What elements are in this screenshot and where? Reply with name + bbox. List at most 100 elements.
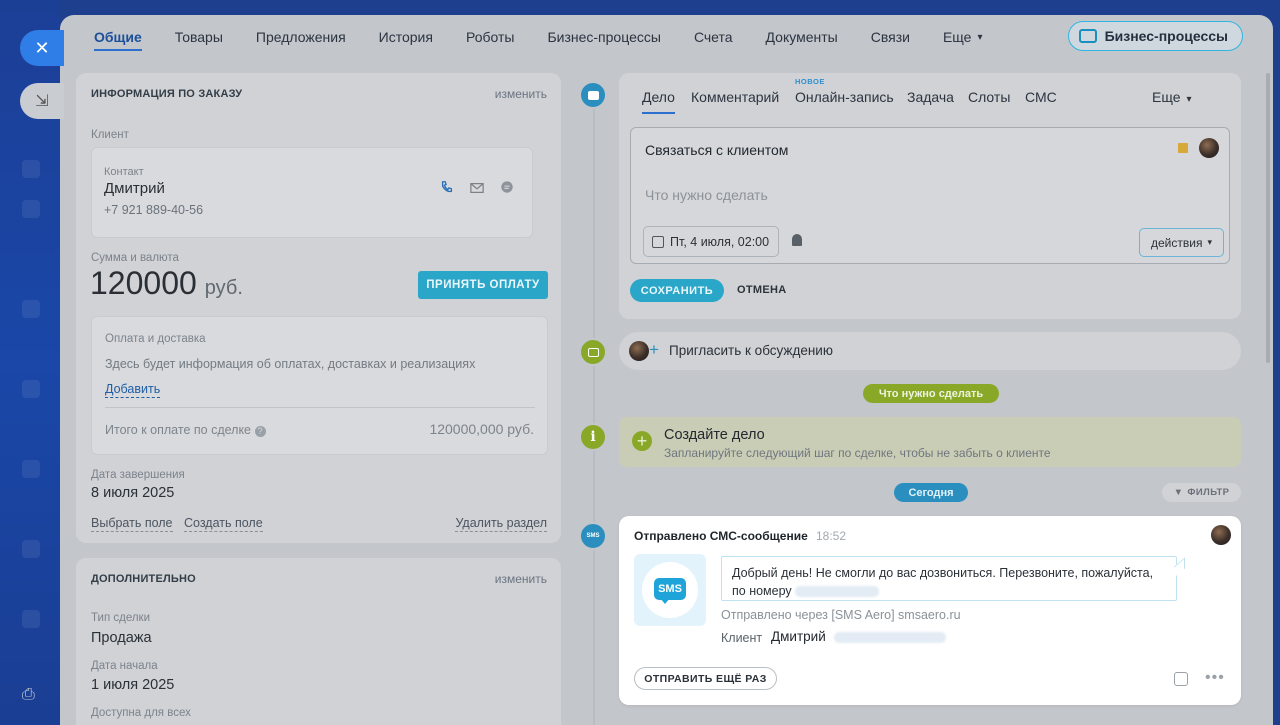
plus-icon: + [649,340,659,359]
editor-tab-comment[interactable]: Комментарий [691,89,779,105]
filter-button[interactable]: ▼ ФИЛЬТР [1162,483,1241,502]
deadline-picker[interactable]: Пт, 4 июля, 02:00 [643,226,779,257]
tab-offers[interactable]: Предложения [256,15,346,59]
sms-item-title: Отправлено СМС-сообщение [634,529,808,543]
deal-type-value[interactable]: Продажа [91,630,152,646]
select-field-link[interactable]: Выбрать поле [91,516,173,532]
editor-tab-online-booking[interactable]: Онлайн-запись [795,89,894,105]
chat-icon[interactable] [500,180,514,194]
additional-edit-link[interactable]: изменить [495,572,547,586]
color-marker-icon[interactable] [1178,143,1188,153]
tab-products[interactable]: Товары [175,15,223,59]
timeline-info-dot: i [579,423,607,451]
total-value: 120000,000 руб. [429,421,534,437]
minimize-icon: ⇲ [35,93,49,110]
tab-documents[interactable]: Документы [766,15,838,59]
contact-phone[interactable]: +7 921 889-40-56 [104,203,203,217]
todo-pill: Что нужно сделать [863,384,999,403]
user-avatar [629,341,649,361]
resend-sms-button[interactable]: ОТПРАВИТЬ ЕЩЁ РАЗ [634,667,777,690]
contact-label: Контакт [104,166,144,178]
message-icon [587,90,599,100]
save-button[interactable]: СОХРАНИТЬ [630,279,724,302]
invite-to-discussion[interactable]: + Пригласить к обсуждению [619,332,1241,370]
more-icon[interactable]: ••• [1205,669,1225,687]
payment-delivery-block: Оплата и доставка Здесь будет информация… [91,316,548,455]
start-date-value[interactable]: 1 июля 2025 [91,677,174,693]
order-info-edit-link[interactable]: изменить [495,87,547,101]
cancel-button[interactable]: ОТМЕНА [737,284,786,296]
phone-icon[interactable] [440,180,454,194]
bell-icon[interactable] [792,234,802,246]
end-date-value[interactable]: 8 июля 2025 [91,485,174,501]
calendar-icon [652,235,664,248]
deal-type-label: Тип сделки [91,612,151,624]
create-activity-hint[interactable]: + Создайте дело Запланируйте следующий ш… [619,417,1241,467]
payment-label: Оплата и доставка [105,333,206,345]
add-payment-link[interactable]: Добавить [105,382,161,398]
timeline-sms-dot: SMS [579,522,607,550]
end-date-label: Дата завершения [91,469,185,481]
chat-bubble-icon [587,347,599,357]
client-label: Клиент [91,129,129,141]
editor-tab-slots[interactable]: Слоты [968,89,1010,105]
activity-editor: Дело Комментарий НОВОЕ Онлайн-запись Зад… [619,73,1241,319]
accept-payment-button[interactable]: ПРИНЯТЬ ОПЛАТУ [418,271,548,299]
editor-tab-activity[interactable]: Дело [642,89,675,114]
chevron-down-icon: ▾ [977,31,983,43]
sms-item-time: 18:52 [816,529,847,543]
contact-card[interactable]: Контакт Дмитрий +7 921 889-40-56 [91,147,533,238]
bg-icon [22,610,40,628]
sms-message-text: Добрый день! Не смогли до вас дозвонитьс… [721,556,1177,601]
sms-client-name[interactable]: Дмитрий [771,629,946,644]
activity-description-input[interactable]: Что нужно сделать [645,187,768,203]
close-slider-button[interactable]: ✕ [20,30,64,66]
sum-label: Сумма и валюта [91,252,179,264]
delete-section-link[interactable]: Удалить раздел [455,516,547,532]
sms-timeline-item: Отправлено СМС-сообщение 18:52 SMS Добры… [619,516,1241,705]
tab-business-processes[interactable]: Бизнес-процессы [547,15,660,59]
invite-label: Пригласить к обсуждению [669,343,833,358]
chevron-down-icon: ▾ [1186,94,1192,105]
tab-history[interactable]: История [379,15,433,59]
bg-icon [22,200,40,218]
editor-tab-sms[interactable]: СМС [1025,89,1057,105]
activity-title-input[interactable]: Связаться с клиентом [645,142,788,158]
minimize-slider-button[interactable]: ⇲ [20,83,64,119]
sms-client-label: Клиент [721,631,763,645]
scrollbar[interactable] [1266,73,1270,363]
close-icon: ✕ [34,37,50,58]
add-circle-icon[interactable]: + [632,431,652,451]
editor-tab-task[interactable]: Задача [907,89,954,105]
tab-robots[interactable]: Роботы [466,15,514,59]
order-info-title: ИНФОРМАЦИЯ ПО ЗАКАЗУ [91,88,243,100]
contact-name[interactable]: Дмитрий [104,180,165,197]
today-pill: Сегодня [894,483,968,502]
activity-form: Связаться с клиентом Что нужно сделать П… [630,127,1230,264]
create-field-link[interactable]: Создать поле [184,516,263,532]
print-icon[interactable]: ⎙ [22,686,35,704]
bg-icon [22,160,40,178]
tab-general[interactable]: Общие [94,15,142,59]
divider [105,407,535,408]
bg-icon [22,300,40,318]
tab-invoices[interactable]: Счета [694,15,733,59]
bg-icon [22,540,40,558]
tab-more[interactable]: Еще ▾ [943,15,983,59]
author-avatar[interactable] [1211,525,1231,545]
note-icon[interactable] [1174,672,1188,686]
sms-logo-icon: SMS [654,578,686,600]
actions-dropdown[interactable]: действия ▾ [1139,228,1224,257]
tab-links[interactable]: Связи [871,15,910,59]
responsible-avatar[interactable] [1199,138,1219,158]
mail-icon[interactable] [470,181,484,195]
help-icon[interactable]: ? [254,426,266,437]
editor-tab-more[interactable]: Еще ▾ [1152,89,1192,105]
order-info-card: ИНФОРМАЦИЯ ПО ЗАКАЗУ изменить Клиент Кон… [76,73,561,543]
filter-icon: ▼ [1173,487,1184,498]
sms-logo: SMS [634,554,706,626]
deal-sum: 120000 руб. [90,265,243,301]
start-date-label: Дата начала [91,660,158,672]
additional-card: ДОПОЛНИТЕЛЬНО изменить Тип сделки Продаж… [76,558,561,725]
business-processes-button[interactable]: Бизнес-процессы [1067,21,1243,51]
